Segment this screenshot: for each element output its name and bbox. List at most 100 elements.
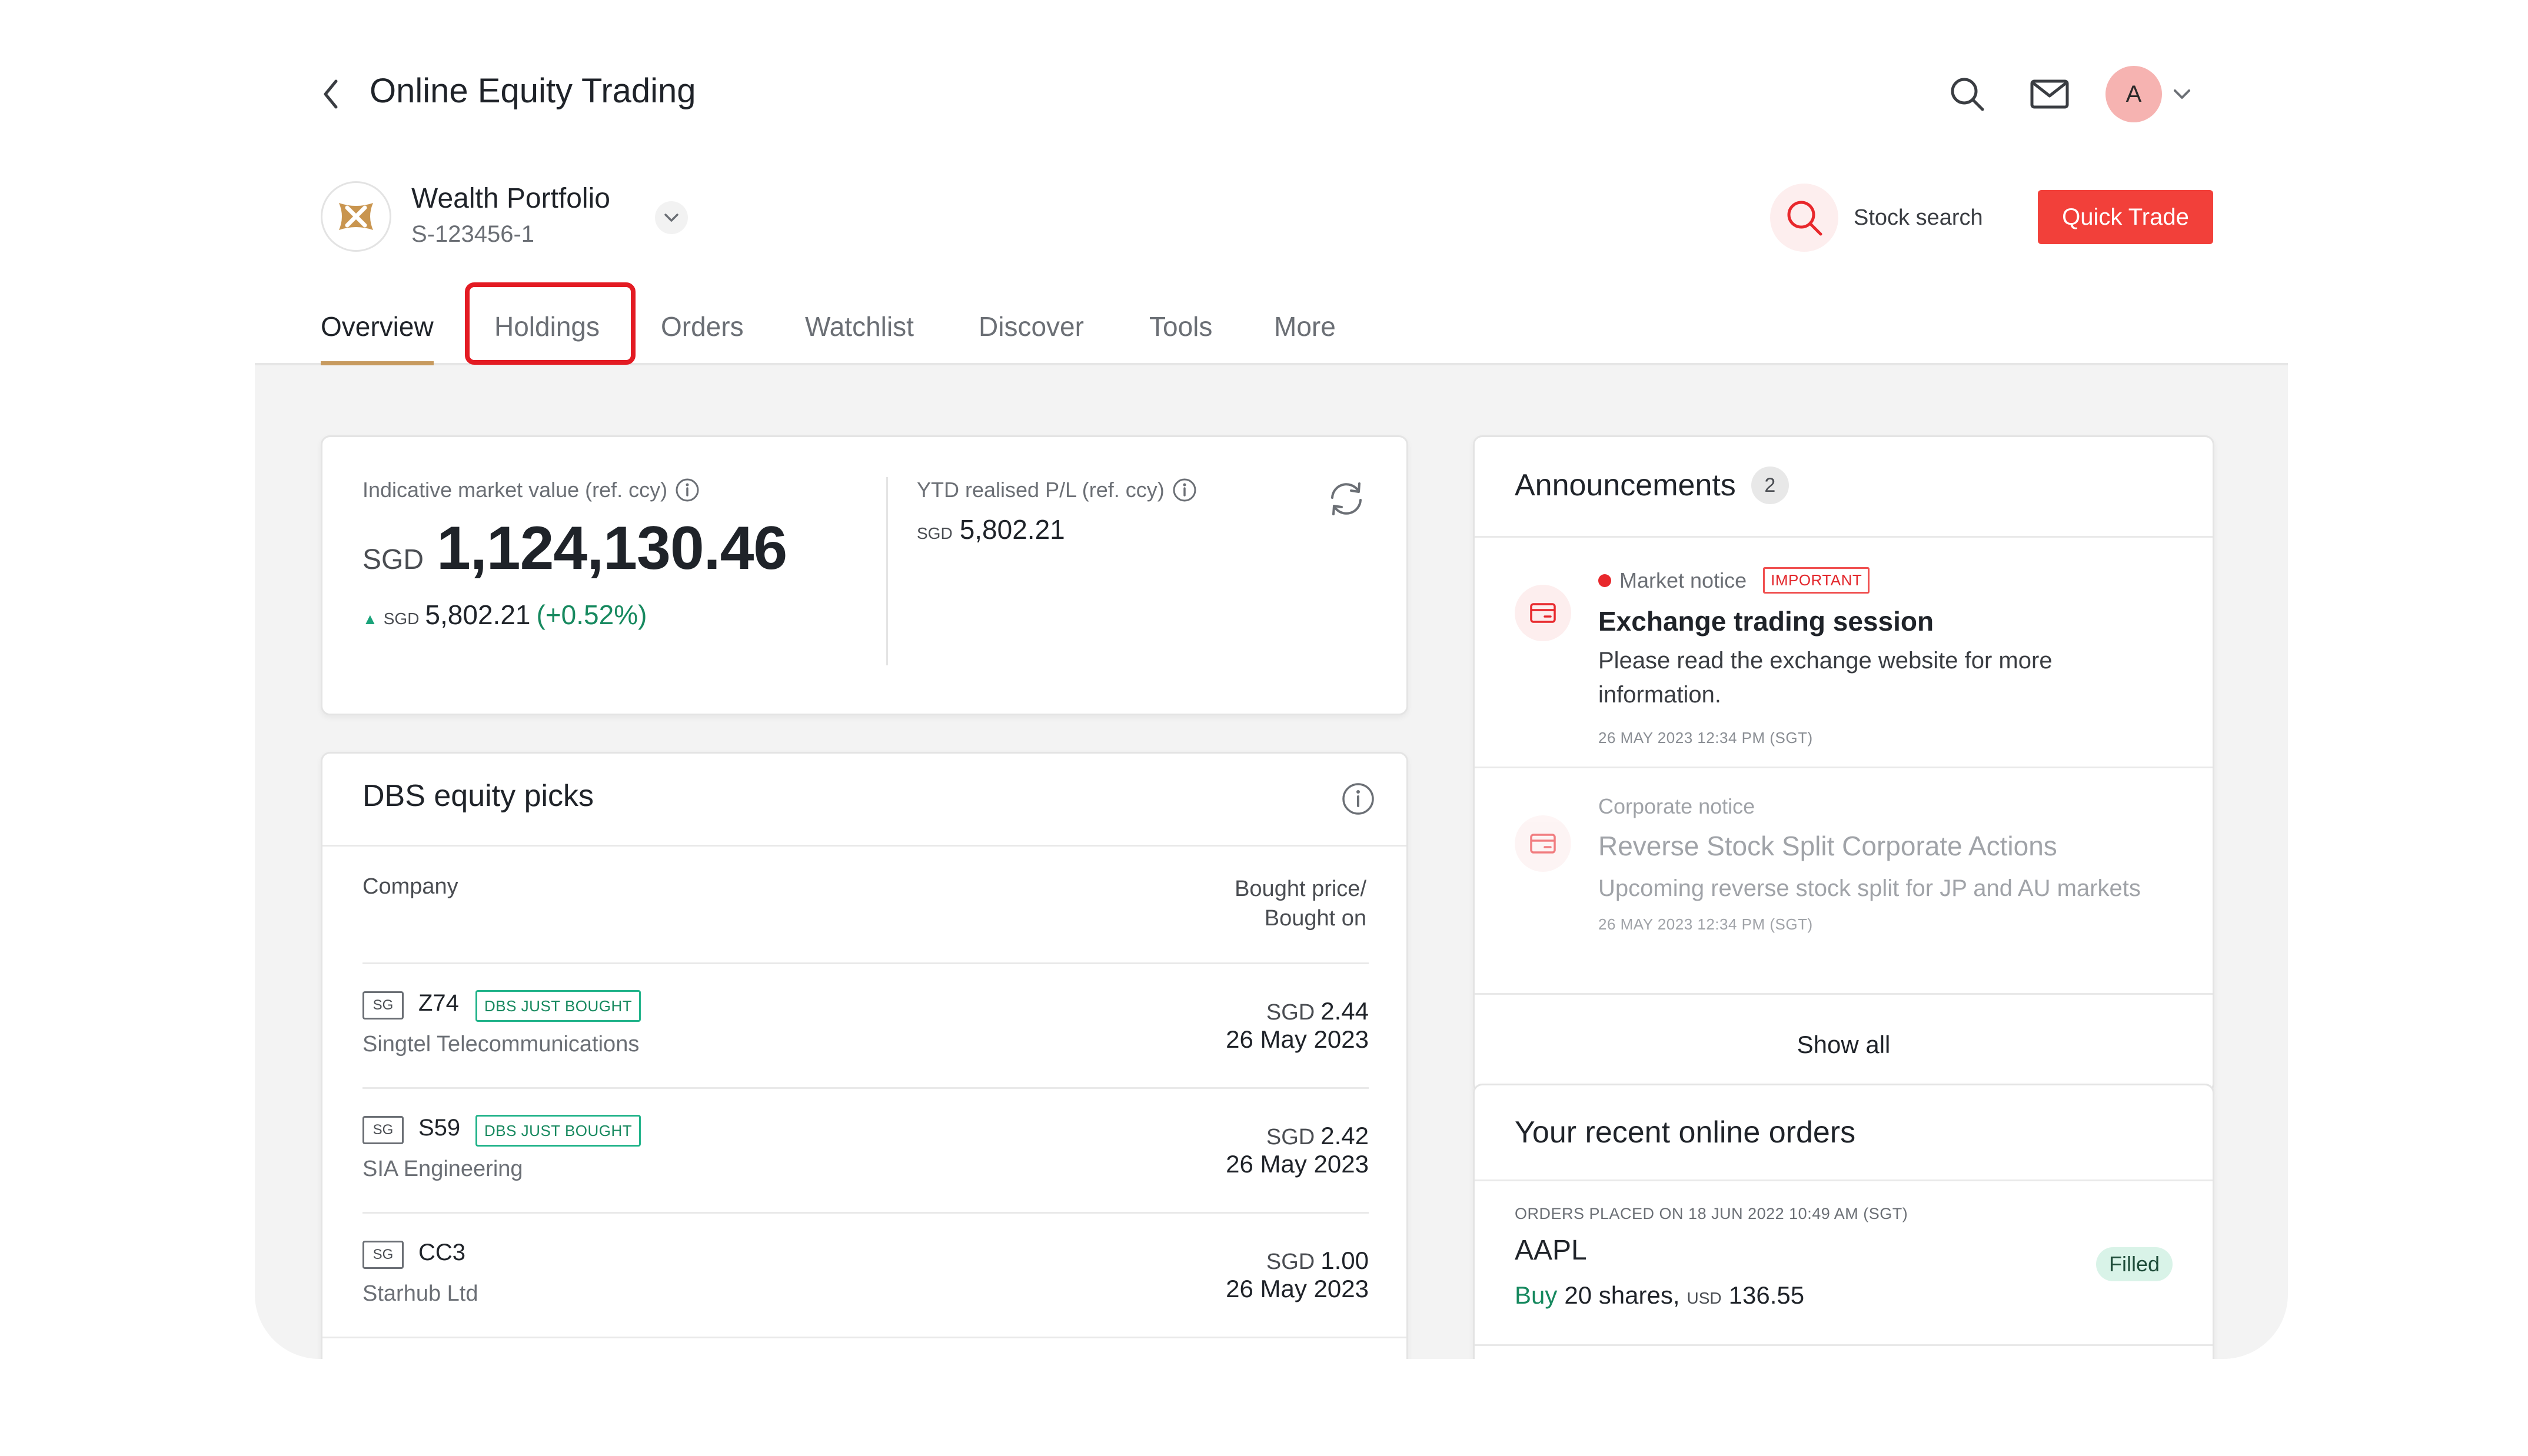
divider xyxy=(322,845,1406,847)
refresh-button[interactable] xyxy=(1323,475,1370,522)
announcements-count-badge: 2 xyxy=(1751,467,1789,504)
portfolio-id: S-123456-1 xyxy=(411,221,535,247)
announcement-type: Corporate notice xyxy=(1598,794,1755,819)
back-button[interactable] xyxy=(308,71,355,118)
bought-price: SGD 1.00 xyxy=(1266,1247,1369,1275)
info-icon[interactable] xyxy=(674,477,700,503)
refresh-icon xyxy=(1331,482,1362,515)
market-value-amount: 1,124,130.46 xyxy=(437,514,787,582)
announcements-header: Announcements 2 xyxy=(1515,467,1789,504)
tab-holdings[interactable]: Holdings xyxy=(494,294,600,363)
tab-orders[interactable]: Orders xyxy=(661,294,744,363)
info-icon[interactable] xyxy=(1338,778,1379,819)
avatar: A xyxy=(2105,66,2162,122)
order-price: 136.55 xyxy=(1728,1281,1805,1309)
market-value-change: ▲ SGD 5,802.21 (+0.52%) xyxy=(362,599,647,631)
chevron-down-icon xyxy=(2174,89,2190,99)
pick-row[interactable]: SG CC3 Starhub Ltd SGD 1.00 26 May 2023 xyxy=(362,1212,1369,1337)
announcement-type-label: Corporate notice xyxy=(1598,794,1755,818)
price-value: 2.42 xyxy=(1320,1122,1369,1150)
bought-price: SGD 2.44 xyxy=(1266,997,1369,1025)
portfolio-logo xyxy=(321,181,391,252)
column-header-bought-line1: Bought price/ xyxy=(1235,877,1366,901)
announcement-headline: Exchange trading session xyxy=(1598,606,1934,637)
market-value-label-row: Indicative market value (ref. ccy) xyxy=(362,477,700,503)
equity-picks-card: DBS equity picks Company Bought price/ B… xyxy=(321,752,1408,1359)
search-icon xyxy=(1787,201,1822,236)
dbs-just-bought-badge: DBS JUST BOUGHT xyxy=(475,1115,641,1147)
stock-search-circle xyxy=(1770,184,1838,252)
tab-overview[interactable]: Overview xyxy=(321,294,434,365)
dbs-just-bought-badge: DBS JUST BOUGHT xyxy=(475,990,641,1022)
announcements-card: Announcements 2 Market notice IMPORTANT … xyxy=(1473,435,2214,1093)
summary-divider xyxy=(886,477,888,665)
change-percent: (+0.52%) xyxy=(536,599,647,630)
quick-trade-button[interactable]: Quick Trade xyxy=(2038,190,2213,244)
pick-row[interactable]: SG S59 DBS JUST BOUGHT SIA Engineering S… xyxy=(362,1087,1369,1212)
tab-tools[interactable]: Tools xyxy=(1149,294,1212,363)
ytd-amount: 5,802.21 xyxy=(959,514,1065,545)
market-value: SGD 1,124,130.46 xyxy=(362,514,787,584)
announcement-headline: Reverse Stock Split Corporate Actions xyxy=(1598,831,2057,861)
show-all-button[interactable]: Show all xyxy=(1475,995,2213,1091)
up-arrow-icon: ▲ xyxy=(362,610,378,628)
chevron-down-icon xyxy=(664,214,678,222)
stock-code: Z74 xyxy=(418,990,459,1016)
announcement-type-label: Market notice xyxy=(1619,568,1747,592)
bought-date: 26 May 2023 xyxy=(1226,1025,1369,1053)
equity-picks-title: DBS equity picks xyxy=(362,779,594,813)
announcement-body: Upcoming reverse stock split for JP and … xyxy=(1598,875,2141,901)
price-currency: SGD xyxy=(1266,1250,1315,1274)
announcement-type: Market notice IMPORTANT xyxy=(1598,567,1870,594)
card-icon xyxy=(1515,585,1571,641)
order-side: Buy xyxy=(1515,1281,1558,1309)
order-currency: USD xyxy=(1687,1289,1722,1307)
column-header-company: Company xyxy=(362,874,458,899)
bought-price: SGD 2.42 xyxy=(1266,1122,1369,1150)
price-currency: SGD xyxy=(1266,1000,1315,1025)
announcement-time: 26 MAY 2023 12:34 PM (SGT) xyxy=(1598,915,1813,933)
tab-discover[interactable]: Discover xyxy=(979,294,1084,363)
announcement-item[interactable]: Market notice IMPORTANT Exchange trading… xyxy=(1475,538,2213,767)
company-name: Singtel Telecommunications xyxy=(362,1032,640,1057)
tab-watchlist[interactable]: Watchlist xyxy=(805,294,914,363)
important-tag: IMPORTANT xyxy=(1763,567,1870,594)
pick-row[interactable]: SG Z74 DBS JUST BOUGHT Singtel Telecommu… xyxy=(362,962,1369,1087)
bought-date: 26 May 2023 xyxy=(1226,1150,1369,1178)
chevron-left-icon xyxy=(324,79,338,109)
market-value-label: Indicative market value (ref. ccy) xyxy=(362,478,668,502)
price-value: 2.44 xyxy=(1320,997,1369,1025)
order-quantity: 20 shares, xyxy=(1564,1281,1680,1309)
account-menu[interactable]: A xyxy=(2105,62,2191,126)
ytd-label: YTD realised P/L (ref. ccy) xyxy=(917,478,1165,502)
change-amount: 5,802.21 xyxy=(425,599,531,630)
tab-more[interactable]: More xyxy=(1274,294,1336,363)
announcement-item[interactable]: Corporate notice Reverse Stock Split Cor… xyxy=(1475,768,2213,993)
stock-search-label: Stock search xyxy=(1854,205,1983,230)
search-button[interactable] xyxy=(1941,68,1994,121)
order-row[interactable]: ORDERS PLACED ON 18 JUN 2022 10:49 AM (S… xyxy=(1475,1181,2213,1346)
unread-dot xyxy=(1598,574,1611,587)
order-symbol: AAPL xyxy=(1515,1235,1587,1266)
portfolio-dropdown[interactable] xyxy=(655,201,688,234)
ytd-value: SGD 5,802.21 xyxy=(917,514,1065,545)
order-status-badge: Filled xyxy=(2095,1247,2173,1281)
search-icon xyxy=(1951,78,1984,111)
column-header-bought: Bought price/ Bought on xyxy=(1235,874,1366,933)
mail-button[interactable] xyxy=(2023,68,2076,121)
stock-search-button[interactable]: Stock search xyxy=(1770,182,1983,253)
order-detail: Buy 20 shares, USD 136.55 xyxy=(1515,1281,1804,1310)
mail-icon xyxy=(2030,79,2069,109)
recent-orders-card: Your recent online orders ORDERS PLACED … xyxy=(1473,1084,2214,1359)
divider xyxy=(322,1337,1406,1338)
page-title: Online Equity Trading xyxy=(370,72,696,110)
stock-code: S59 xyxy=(418,1115,461,1141)
bought-date: 26 May 2023 xyxy=(1226,1275,1369,1302)
card-icon xyxy=(1515,815,1571,872)
market-badge: SG xyxy=(362,991,404,1019)
info-icon[interactable] xyxy=(1172,477,1198,503)
price-value: 1.00 xyxy=(1320,1247,1369,1274)
announcement-time: 26 MAY 2023 12:34 PM (SGT) xyxy=(1598,729,1813,747)
company-name: SIA Engineering xyxy=(362,1157,523,1181)
change-currency: SGD xyxy=(383,609,420,628)
